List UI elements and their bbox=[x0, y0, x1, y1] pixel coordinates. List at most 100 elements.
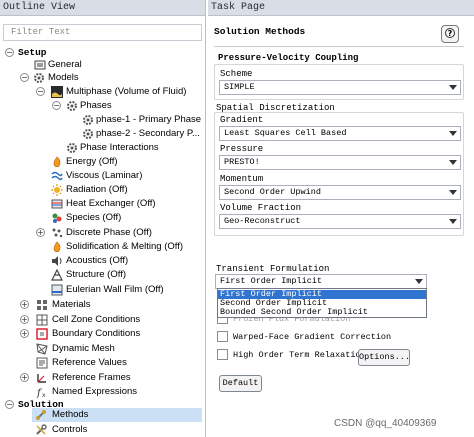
volume-fraction-value: Geo-Reconstruct bbox=[224, 216, 301, 226]
tree-label: Methods bbox=[52, 409, 89, 420]
acoustics-icon bbox=[52, 256, 62, 266]
momentum-value: Second Order Upwind bbox=[224, 187, 321, 197]
tree-item-methods[interactable]: Methods bbox=[32, 408, 202, 422]
expand-toggle-icon[interactable]: + bbox=[20, 373, 29, 382]
tree-item-discrete-phase[interactable]: + Discrete Phase (Off) bbox=[0, 226, 205, 240]
high-order-checkbox[interactable] bbox=[217, 349, 228, 360]
help-button[interactable]: ? bbox=[441, 25, 459, 43]
tree-item-phase-1[interactable]: phase-1 - Primary Phase bbox=[0, 113, 205, 127]
outline-view-panel: Outline View Filter Text − Setup General… bbox=[0, 0, 206, 437]
gear-icon bbox=[34, 73, 44, 83]
solidification-icon bbox=[53, 241, 61, 253]
tree-item-acoustics[interactable]: Acoustics (Off) bbox=[0, 254, 205, 268]
tree-item-cell-zone-conditions[interactable]: + Cell Zone Conditions bbox=[0, 313, 205, 327]
tree-label: Viscous (Laminar) bbox=[66, 170, 143, 181]
heat-exchanger-icon bbox=[51, 199, 63, 209]
tree-item-reference-values[interactable]: Reference Values bbox=[0, 356, 205, 370]
phase-icon bbox=[67, 143, 77, 153]
solution-methods-heading: Solution Methods bbox=[214, 26, 306, 37]
phase-icon bbox=[83, 129, 93, 139]
tree-item-materials[interactable]: + Materials bbox=[0, 298, 205, 312]
viscous-icon bbox=[51, 171, 63, 181]
expand-toggle-icon[interactable]: + bbox=[36, 228, 45, 237]
tree-label: Radiation (Off) bbox=[66, 184, 128, 195]
expand-toggle-icon[interactable]: + bbox=[20, 315, 29, 324]
tree-item-solidification[interactable]: Solidification & Melting (Off) bbox=[0, 240, 205, 254]
default-button[interactable]: Default bbox=[219, 375, 262, 392]
warped-face-checkbox[interactable] bbox=[217, 331, 228, 342]
tree-label: Reference Frames bbox=[52, 372, 131, 383]
tree-item-structure[interactable]: Structure (Off) bbox=[0, 268, 205, 282]
collapse-toggle-icon[interactable]: − bbox=[52, 101, 61, 110]
task-page-panel: Task Page Solution Methods ? Pressure-Ve… bbox=[208, 0, 474, 437]
tree-item-heat-exchanger[interactable]: Heat Exchanger (Off) bbox=[0, 197, 205, 211]
chevron-down-icon bbox=[449, 190, 457, 195]
outline-view-title: Outline View bbox=[0, 0, 205, 16]
pressure-label: Pressure bbox=[220, 144, 264, 154]
warped-face-label: Warped-Face Gradient Correction bbox=[233, 332, 392, 342]
methods-icon bbox=[36, 410, 46, 420]
tree-label: Boundary Conditions bbox=[52, 328, 141, 339]
transient-select[interactable]: First Order Implicit bbox=[215, 274, 427, 289]
collapse-toggle-icon[interactable]: − bbox=[5, 48, 14, 57]
tree-label: Discrete Phase (Off) bbox=[66, 227, 152, 238]
tree-item-phases[interactable]: − Phases bbox=[0, 99, 205, 113]
phase-icon bbox=[83, 115, 93, 125]
scheme-label: Scheme bbox=[220, 69, 253, 79]
tree-item-energy[interactable]: Energy (Off) bbox=[0, 155, 205, 169]
tree-item-viscous[interactable]: Viscous (Laminar) bbox=[0, 169, 205, 183]
tree-item-species[interactable]: Species (Off) bbox=[0, 211, 205, 225]
chevron-down-icon bbox=[449, 160, 457, 165]
dynamic-mesh-icon bbox=[36, 343, 48, 355]
tree-label: Phase Interactions bbox=[80, 142, 159, 153]
wall-film-icon bbox=[51, 284, 63, 296]
tree-label: phase-2 - Secondary P... bbox=[96, 128, 200, 139]
watermark: CSDN @qq_40409369 bbox=[334, 418, 437, 429]
tree-item-radiation[interactable]: Radiation (Off) bbox=[0, 183, 205, 197]
tree-item-boundary-conditions[interactable]: + Boundary Conditions bbox=[0, 327, 205, 341]
expand-toggle-icon[interactable]: + bbox=[20, 329, 29, 338]
collapse-toggle-icon[interactable]: − bbox=[36, 87, 45, 96]
tree-item-general[interactable]: General bbox=[0, 58, 205, 72]
tree-label: Controls bbox=[52, 424, 88, 435]
pv-coupling-title: Pressure-Velocity Coupling bbox=[218, 53, 359, 63]
scheme-select[interactable]: SIMPLE bbox=[219, 80, 461, 95]
multiphase-icon bbox=[51, 86, 63, 98]
tree-item-phase-2[interactable]: phase-2 - Secondary P... bbox=[0, 127, 205, 141]
tree-item-eulerian-wall-film[interactable]: Eulerian Wall Film (Off) bbox=[0, 283, 205, 297]
options-button[interactable]: Options... bbox=[358, 349, 410, 366]
tree-item-reference-frames[interactable]: + Reference Frames bbox=[0, 371, 205, 385]
tree-item-multiphase[interactable]: − Multiphase (Volume of Fluid) bbox=[0, 85, 205, 99]
tree-item-phase-interactions[interactable]: Phase Interactions bbox=[0, 141, 205, 155]
transient-value: First Order Implicit bbox=[220, 276, 323, 286]
volume-fraction-select[interactable]: Geo-Reconstruct bbox=[219, 214, 461, 229]
tree-item-models[interactable]: − Models bbox=[0, 71, 205, 85]
structure-icon bbox=[51, 269, 63, 281]
header-divider bbox=[214, 46, 464, 47]
tree-item-named-expressions[interactable]: fx Named Expressions bbox=[0, 385, 205, 399]
transient-title: Transient Formulation bbox=[216, 264, 330, 274]
tree-item-controls[interactable]: Controls bbox=[0, 423, 205, 437]
pressure-select[interactable]: PRESTO! bbox=[219, 155, 461, 170]
general-icon bbox=[34, 60, 46, 70]
tree-item-dynamic-mesh[interactable]: Dynamic Mesh bbox=[0, 342, 205, 356]
boundary-icon bbox=[36, 328, 48, 340]
collapse-toggle-icon[interactable]: − bbox=[20, 73, 29, 82]
chevron-down-icon bbox=[449, 219, 457, 224]
species-icon bbox=[52, 213, 62, 223]
momentum-select[interactable]: Second Order Upwind bbox=[219, 185, 461, 200]
tree-label: Models bbox=[48, 72, 79, 83]
filter-input[interactable]: Filter Text bbox=[3, 24, 202, 41]
dropdown-option[interactable]: Bounded Second Order Implicit bbox=[218, 308, 426, 317]
tree-label: Dynamic Mesh bbox=[52, 343, 115, 354]
chevron-down-icon bbox=[449, 131, 457, 136]
reference-values-icon bbox=[36, 357, 48, 369]
chevron-down-icon bbox=[449, 85, 457, 90]
discrete-phase-icon bbox=[52, 228, 63, 238]
gradient-select[interactable]: Least Squares Cell Based bbox=[219, 126, 461, 141]
help-icon: ? bbox=[445, 28, 455, 38]
collapse-toggle-icon[interactable]: − bbox=[5, 400, 14, 409]
expand-toggle-icon[interactable]: + bbox=[20, 300, 29, 309]
tree-label: Solidification & Melting (Off) bbox=[66, 241, 184, 252]
tree-label: Multiphase (Volume of Fluid) bbox=[66, 86, 187, 97]
